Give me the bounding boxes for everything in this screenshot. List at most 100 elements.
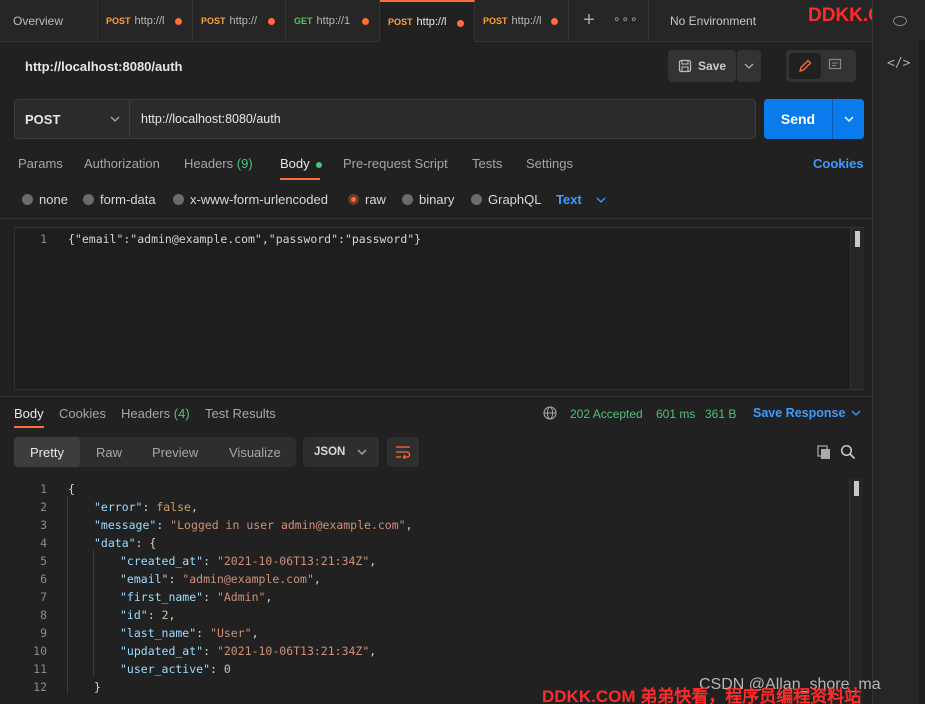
radio-none[interactable]: none [22, 192, 68, 207]
line-number: 11 [33, 662, 47, 676]
json-value: 2 [161, 608, 169, 622]
json-key: "created_at" [120, 554, 204, 568]
new-tab-plus-icon[interactable]: + [578, 10, 600, 31]
tab-method: POST [483, 16, 508, 26]
raw-button[interactable]: Raw [96, 445, 122, 460]
response-time[interactable]: 601 ms [656, 407, 695, 421]
comment-icon [828, 58, 842, 70]
tab-url: http:// [229, 15, 258, 27]
preview-button[interactable]: Preview [152, 445, 198, 460]
json-key: "error" [94, 500, 143, 514]
tab-bar: Overview POST http://l POST http:// GET … [0, 0, 913, 42]
tab-url: http://l [134, 15, 165, 27]
body-format-select[interactable]: Text [556, 192, 606, 207]
tab-prerequest-script[interactable]: Pre-request Script [343, 156, 448, 171]
tab-settings[interactable]: Settings [526, 156, 573, 171]
response-tab-body[interactable]: Body [14, 406, 44, 421]
json-line: "user_active": 0 [120, 662, 231, 676]
method-label: POST [25, 111, 61, 127]
line-number: 9 [40, 626, 47, 640]
save-options-button[interactable] [737, 50, 761, 82]
tab-tests[interactable]: Tests [472, 156, 502, 171]
tab-headers-label: Headers [184, 156, 234, 171]
tab-request-4-active[interactable]: POST http://l [380, 0, 475, 42]
tab-params[interactable]: Params [18, 156, 63, 171]
json-line: "updated_at": "2021-10-06T13:21:34Z", [120, 644, 377, 658]
more-tabs-icon[interactable]: ∘∘∘ [613, 12, 638, 28]
wrap-lines-button[interactable] [387, 437, 419, 467]
tab-headers[interactable]: Headers (9) [184, 156, 253, 171]
send-options-button[interactable] [833, 99, 864, 139]
radio-circle-icon [402, 194, 413, 205]
tab-authorization[interactable]: Authorization [84, 156, 160, 171]
json-key: "message" [94, 518, 157, 532]
response-headers-count: (4) [173, 406, 190, 421]
json-line: "id": 2, [120, 608, 176, 622]
line-number: 1 [40, 482, 47, 496]
tab-body[interactable]: Body [280, 156, 323, 171]
response-size[interactable]: 361 B [705, 407, 736, 421]
line-number: 6 [40, 572, 47, 586]
radio-binary[interactable]: binary [402, 192, 454, 207]
tab-overview[interactable]: Overview [0, 0, 98, 42]
json-key: "user_active" [120, 662, 211, 676]
json-key: "email" [120, 572, 169, 586]
json-value: "Admin" [216, 590, 266, 604]
scrollbar-thumb[interactable] [854, 481, 859, 496]
edit-mode-button[interactable] [789, 53, 821, 79]
tab-method: POST [388, 17, 413, 27]
method-select[interactable]: POST [15, 100, 130, 138]
visualize-button[interactable]: Visualize [229, 445, 281, 460]
save-response-button[interactable]: Save Response [753, 406, 861, 420]
status-code[interactable]: 202 Accepted [570, 407, 643, 421]
documentation-mode-button[interactable] [828, 58, 842, 75]
url-input[interactable]: http://localhost:8080/auth [141, 112, 281, 126]
cookies-link[interactable]: Cookies [813, 156, 864, 171]
response-format-select[interactable]: JSON [303, 437, 379, 467]
json-key: "data" [94, 536, 136, 550]
json-key: "first_name" [120, 590, 204, 604]
save-button[interactable]: Save [668, 50, 736, 82]
unsaved-dot-icon [551, 18, 558, 25]
globe-icon[interactable] [543, 406, 557, 420]
right-sidebar: </> [872, 0, 925, 704]
response-tab-headers[interactable]: Headers (4) [121, 406, 190, 421]
chevron-down-icon [357, 449, 367, 455]
radio-raw[interactable]: raw [348, 192, 386, 207]
tab-method: POST [106, 16, 131, 26]
tab-request-5[interactable]: POST http://l [475, 0, 569, 42]
request-body-editor[interactable]: 1 {"email":"admin@example.com","password… [14, 227, 864, 390]
save-icon [678, 59, 692, 73]
unsaved-dot-icon [268, 18, 275, 25]
scrollbar-thumb[interactable] [855, 231, 860, 247]
json-line: "first_name": "Admin", [120, 590, 273, 604]
editor-scrollbar[interactable] [850, 228, 864, 389]
json-key: "updated_at" [120, 644, 204, 658]
response-tab-cookies[interactable]: Cookies [59, 406, 106, 421]
json-value: "User" [210, 626, 252, 640]
tab-request-3[interactable]: GET http://1 [286, 0, 380, 42]
request-title[interactable]: http://localhost:8080/auth [25, 59, 182, 74]
divider [648, 0, 649, 42]
response-tab-test-results[interactable]: Test Results [205, 406, 276, 421]
tab-request-2[interactable]: POST http:// [193, 0, 286, 42]
response-scrollbar[interactable] [849, 478, 863, 704]
pencil-icon [799, 59, 812, 72]
pretty-button[interactable]: Pretty [14, 437, 80, 467]
unsaved-dot-icon [362, 18, 369, 25]
tab-url: http://l [416, 16, 447, 28]
search-icon[interactable] [840, 444, 856, 460]
send-button[interactable]: Send [764, 99, 832, 139]
copy-icon[interactable] [816, 444, 832, 460]
environment-selector[interactable]: No Environment [670, 14, 756, 28]
radio-circle-icon [83, 194, 94, 205]
radio-form-data[interactable]: form-data [83, 192, 156, 207]
tab-headers-count: (9) [236, 156, 253, 171]
code-snippet-icon[interactable]: </> [887, 56, 910, 71]
radio-graphql[interactable]: GraphQL [471, 192, 541, 207]
tab-url: http://1 [316, 15, 351, 27]
eye-icon[interactable] [893, 16, 907, 26]
tab-request-1[interactable]: POST http://l [98, 0, 193, 42]
divider [0, 218, 872, 219]
radio-urlencoded[interactable]: x-www-form-urlencoded [173, 192, 328, 207]
